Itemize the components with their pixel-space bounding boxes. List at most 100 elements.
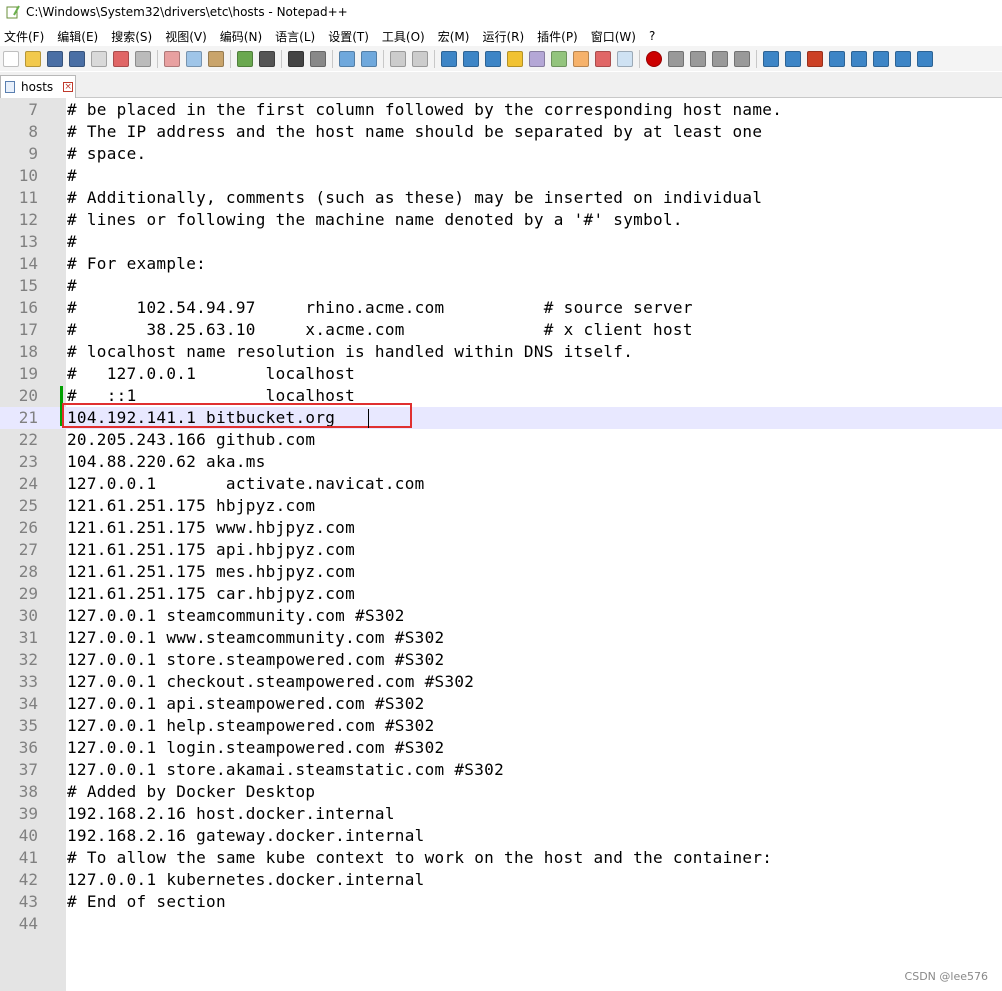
code-line[interactable]: 27 121.61.251.175 api.hbjpyz.com <box>0 539 1002 561</box>
code-text[interactable]: # be placed in the first column followed… <box>67 99 782 121</box>
menu-encoding[interactable]: 编码(N) <box>220 28 262 45</box>
code-text[interactable]: # Added by Docker Desktop <box>67 781 315 803</box>
code-text[interactable]: 121.61.251.175 hbjpyz.com <box>67 495 315 517</box>
function-list-icon[interactable] <box>551 50 567 67</box>
code-text[interactable]: # 38.25.63.10 x.acme.com # x client host <box>67 319 693 341</box>
save-icon[interactable] <box>47 50 63 67</box>
close-all-icon[interactable] <box>113 50 129 67</box>
zoom-out-icon[interactable] <box>361 50 377 67</box>
menu-window[interactable]: 窗口(W) <box>591 28 636 45</box>
arrow-up-icon[interactable] <box>851 50 867 67</box>
code-line[interactable]: 7 # be placed in the first column followe… <box>0 99 1002 121</box>
code-text[interactable]: 121.61.251.175 car.hbjpyz.com <box>67 583 355 605</box>
code-line[interactable]: 33 127.0.0.1 checkout.steampowered.com #S… <box>0 671 1002 693</box>
code-text[interactable]: 121.61.251.175 www.hbjpyz.com <box>67 517 355 539</box>
code-text[interactable]: # For example: <box>67 253 206 275</box>
code-line[interactable]: 37 127.0.0.1 store.akamai.steamstatic.com… <box>0 759 1002 781</box>
code-text[interactable]: 104.88.220.62 aka.ms <box>67 451 266 473</box>
menu-macro[interactable]: 宏(M) <box>438 28 470 45</box>
plugin-icon-6[interactable] <box>917 50 933 67</box>
redo-icon[interactable] <box>259 50 275 67</box>
code-line[interactable]: 23 104.88.220.62 aka.ms <box>0 451 1002 473</box>
code-line[interactable]: 44 <box>0 913 1002 935</box>
arrow-down-icon[interactable] <box>873 50 889 67</box>
editor-area[interactable]: 7 # be placed in the first column followe… <box>0 98 1002 991</box>
print-icon[interactable] <box>135 50 151 67</box>
folder-as-workspace-icon[interactable] <box>573 50 589 67</box>
code-text[interactable]: # <box>67 275 77 297</box>
code-line[interactable]: 11 # Additionally, comments (such as thes… <box>0 187 1002 209</box>
code-text[interactable]: 127.0.0.1 activate.navicat.com <box>67 473 425 495</box>
code-text[interactable]: # End of section <box>67 891 226 913</box>
code-text[interactable]: # space. <box>67 143 146 165</box>
indent-guide-icon[interactable] <box>485 50 501 67</box>
code-text[interactable]: # lines or following the machine name de… <box>67 209 683 231</box>
show-all-chars-icon[interactable] <box>463 50 479 67</box>
code-line[interactable]: 39 192.168.2.16 host.docker.internal <box>0 803 1002 825</box>
replace-icon[interactable] <box>310 50 326 67</box>
code-text[interactable]: 127.0.0.1 kubernetes.docker.internal <box>67 869 425 891</box>
code-line[interactable]: 14 # For example: <box>0 253 1002 275</box>
code-line[interactable]: 22 20.205.243.166 github.com <box>0 429 1002 451</box>
menu-help[interactable]: ? <box>649 29 655 43</box>
code-line[interactable]: 42 127.0.0.1 kubernetes.docker.internal <box>0 869 1002 891</box>
udl-icon[interactable] <box>507 50 523 67</box>
code-line[interactable]: 38 # Added by Docker Desktop <box>0 781 1002 803</box>
code-text[interactable]: 127.0.0.1 www.steamcommunity.com #S302 <box>67 627 444 649</box>
save-macro-icon[interactable] <box>734 50 750 67</box>
code-text[interactable]: 20.205.243.166 github.com <box>67 429 315 451</box>
code-text[interactable]: 121.61.251.175 mes.hbjpyz.com <box>67 561 355 583</box>
code-text[interactable]: 127.0.0.1 checkout.steampowered.com #S30… <box>67 671 474 693</box>
code-text[interactable]: # <box>67 231 77 253</box>
code-line[interactable]: 29 121.61.251.175 car.hbjpyz.com <box>0 583 1002 605</box>
record-macro-icon[interactable] <box>646 50 662 67</box>
code-line[interactable]: 24 127.0.0.1 activate.navicat.com <box>0 473 1002 495</box>
word-wrap-icon[interactable] <box>441 50 457 67</box>
code-line[interactable]: 31 127.0.0.1 www.steamcommunity.com #S302 <box>0 627 1002 649</box>
code-text[interactable]: # <box>67 165 77 187</box>
code-text[interactable]: 192.168.2.16 gateway.docker.internal <box>67 825 425 847</box>
monitoring-icon[interactable] <box>595 50 611 67</box>
code-line[interactable]: 34 127.0.0.1 api.steampowered.com #S302 <box>0 693 1002 715</box>
code-text[interactable]: 127.0.0.1 steamcommunity.com #S302 <box>67 605 405 627</box>
code-text[interactable]: # Additionally, comments (such as these)… <box>67 187 762 209</box>
tab-hosts[interactable]: hosts × <box>0 75 76 98</box>
run-macro-multiple-icon[interactable] <box>712 50 728 67</box>
menu-tools[interactable]: 工具(O) <box>382 28 425 45</box>
save-all-icon[interactable] <box>69 50 85 67</box>
menu-language[interactable]: 语言(L) <box>275 28 315 45</box>
menu-search[interactable]: 搜索(S) <box>111 28 152 45</box>
close-icon[interactable]: × <box>63 82 74 92</box>
copy-icon[interactable] <box>186 50 202 67</box>
sync-vertical-icon[interactable] <box>390 50 406 67</box>
code-line[interactable]: 28 121.61.251.175 mes.hbjpyz.com <box>0 561 1002 583</box>
code-line[interactable]: 43 # End of section <box>0 891 1002 913</box>
code-line[interactable]: 41 # To allow the same kube context to wo… <box>0 847 1002 869</box>
code-text[interactable]: 127.0.0.1 api.steampowered.com #S302 <box>67 693 425 715</box>
code-line[interactable]: 18 # localhost name resolution is handled… <box>0 341 1002 363</box>
code-line[interactable]: 30 127.0.0.1 steamcommunity.com #S302 <box>0 605 1002 627</box>
code-line[interactable]: 32 127.0.0.1 store.steampowered.com #S302 <box>0 649 1002 671</box>
menu-edit[interactable]: 编辑(E) <box>57 28 98 45</box>
cut-icon[interactable] <box>164 50 180 67</box>
code-line[interactable]: 15 # <box>0 275 1002 297</box>
code-line[interactable]: 35 127.0.0.1 help.steampowered.com #S302 <box>0 715 1002 737</box>
eye-icon[interactable] <box>617 50 633 67</box>
doc-map-icon[interactable] <box>529 50 545 67</box>
code-line[interactable]: 17 # 38.25.63.10 x.acme.com # x client ho… <box>0 319 1002 341</box>
paste-icon[interactable] <box>208 50 224 67</box>
code-text[interactable]: 121.61.251.175 api.hbjpyz.com <box>67 539 355 561</box>
code-text[interactable]: # To allow the same kube context to work… <box>67 847 772 869</box>
code-text[interactable]: 192.168.2.16 host.docker.internal <box>67 803 395 825</box>
plugin-icon-1[interactable] <box>763 50 779 67</box>
plugin-icon-4[interactable] <box>829 50 845 67</box>
open-file-icon[interactable] <box>25 50 41 67</box>
new-file-icon[interactable] <box>3 50 19 67</box>
code-text[interactable]: 127.0.0.1 store.akamai.steamstatic.com #… <box>67 759 504 781</box>
sync-horizontal-icon[interactable] <box>412 50 428 67</box>
code-line[interactable]: 19 # 127.0.0.1 localhost <box>0 363 1002 385</box>
close-file-icon[interactable] <box>91 50 107 67</box>
code-line[interactable]: 25 121.61.251.175 hbjpyz.com <box>0 495 1002 517</box>
plugin-icon-2[interactable] <box>785 50 801 67</box>
code-line[interactable]: 12 # lines or following the machine name … <box>0 209 1002 231</box>
